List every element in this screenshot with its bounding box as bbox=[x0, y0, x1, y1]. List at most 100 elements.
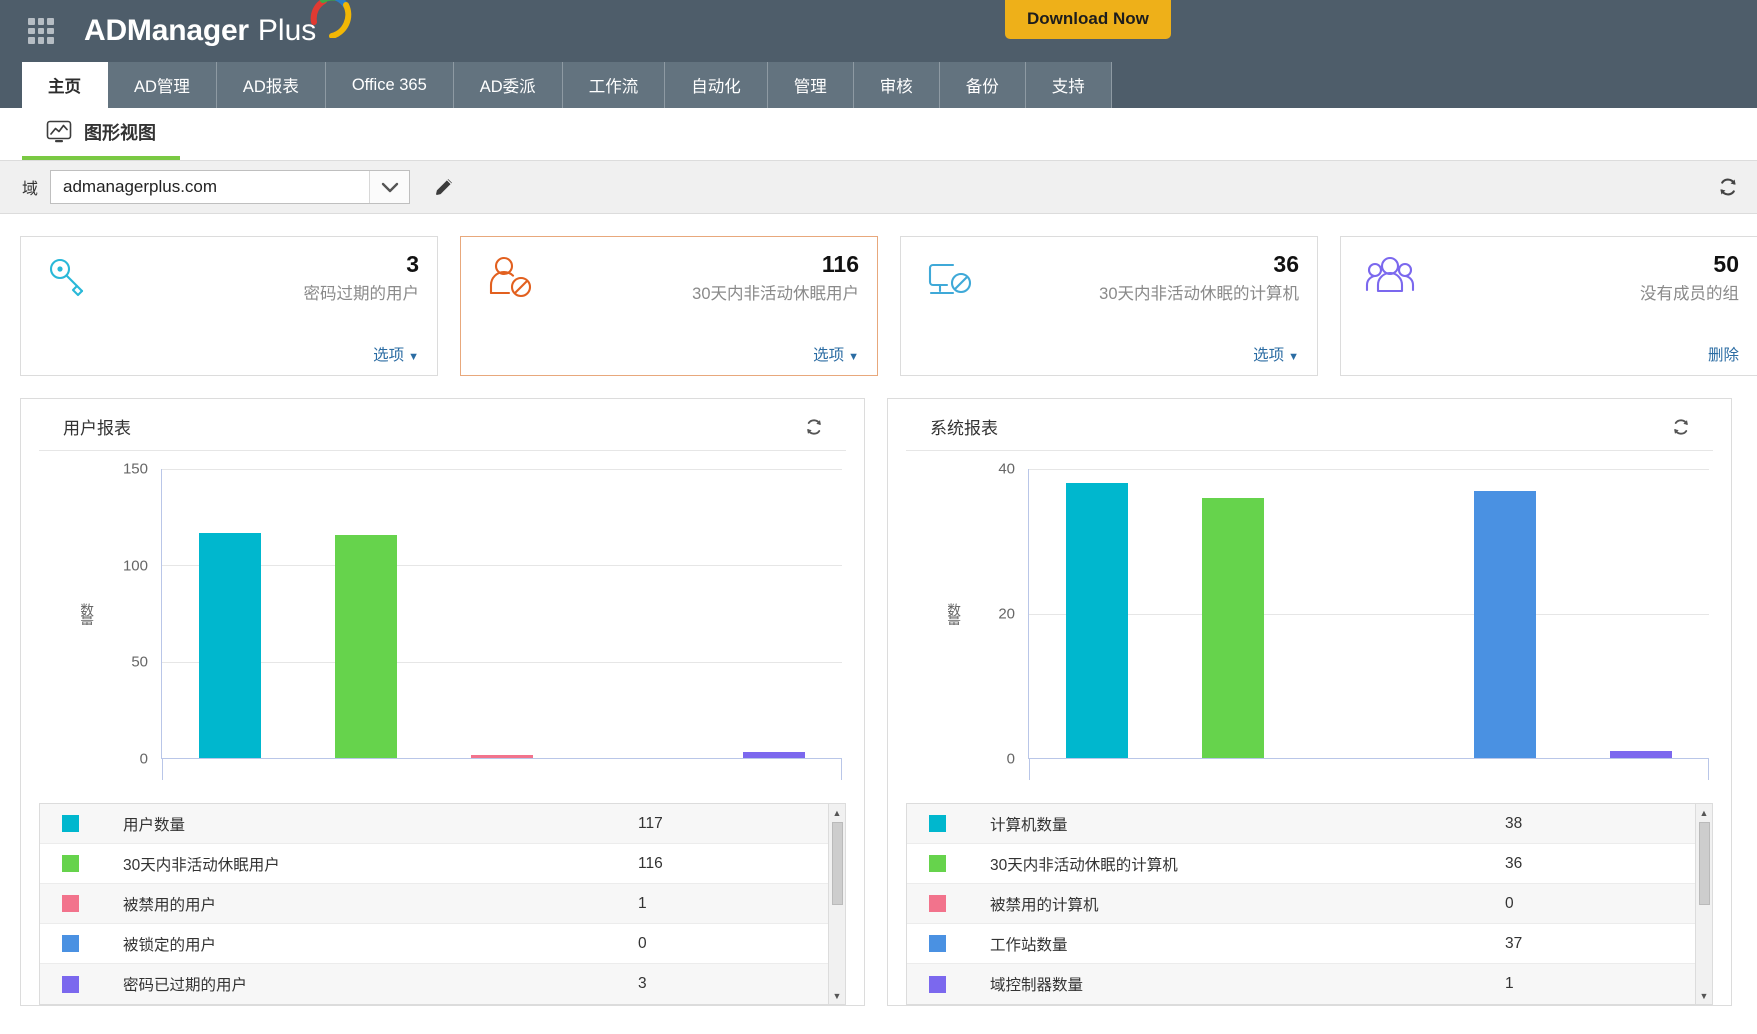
bar-1[interactable] bbox=[334, 534, 398, 758]
panel-refresh-button[interactable] bbox=[1671, 417, 1691, 437]
legend-value: 1 bbox=[1505, 975, 1514, 992]
kpi-value: 50 bbox=[1713, 251, 1739, 278]
kpi-card-1[interactable]: 116 30天内非活动休眠用户选项 ▼ bbox=[460, 236, 878, 376]
scroll-up-icon[interactable]: ▲ bbox=[829, 804, 845, 821]
legend-row[interactable]: 30天内非活动休眠的计算机 36 bbox=[907, 844, 1695, 884]
bar-slot bbox=[570, 469, 706, 758]
chevron-down-icon[interactable] bbox=[369, 171, 410, 203]
panel-title: 系统报表 bbox=[930, 419, 998, 438]
kpi-card-text: 50 没有成员的组 bbox=[1640, 252, 1739, 303]
legend-color-swatch bbox=[62, 935, 79, 952]
caret-down-icon: ▼ bbox=[408, 351, 419, 363]
plot-area bbox=[1028, 469, 1709, 780]
legend-row[interactable]: 域控制器数量 1 bbox=[907, 964, 1695, 1004]
tab-5[interactable]: 工作流 bbox=[562, 62, 666, 108]
tab-10[interactable]: 支持 bbox=[1025, 62, 1112, 108]
y-tick-label: 150 bbox=[122, 460, 148, 478]
legend-label: 被禁用的用户 bbox=[123, 896, 217, 914]
kpi-card-text: 36 30天内非活动休眠的计算机 bbox=[1099, 252, 1299, 303]
refresh-page-icon[interactable] bbox=[1717, 176, 1739, 198]
legend-table: 计算机数量 38 30天内非活动休眠的计算机 36 被禁用的计算机 0 工作站数量 37 域控制… bbox=[906, 803, 1713, 1005]
legend-label: 被锁定的用户 bbox=[123, 936, 217, 954]
download-now-button[interactable]: Download Now bbox=[1005, 0, 1171, 39]
bar-0[interactable] bbox=[198, 532, 262, 758]
legend-row[interactable]: 计算机数量 38 bbox=[907, 804, 1695, 844]
legend-row[interactable]: 用户数量 117 bbox=[40, 804, 828, 844]
panel-refresh-button[interactable] bbox=[804, 417, 824, 437]
kpi-card-top: 116 30天内非活动休眠用户 bbox=[483, 251, 859, 305]
kpi-action-link[interactable]: 选项 ▼ bbox=[483, 343, 859, 365]
y-tick-label: 40 bbox=[998, 460, 1015, 478]
bar-chart: 数量 0 50 100 150 bbox=[43, 461, 842, 780]
computer-disabled-icon bbox=[928, 263, 972, 295]
kpi-action-label: 选项 bbox=[813, 347, 845, 364]
kpi-value: 3 bbox=[406, 251, 419, 278]
legend-color-swatch bbox=[929, 975, 946, 993]
bar-chart: 数量 0 20 40 bbox=[910, 461, 1709, 780]
tab-6[interactable]: 自动化 bbox=[665, 62, 768, 108]
kpi-action-link[interactable]: 删除 bbox=[1363, 343, 1739, 365]
panel-title: 用户报表 bbox=[63, 419, 131, 438]
tab-8[interactable]: 审核 bbox=[853, 62, 940, 108]
tab-3[interactable]: Office 365 bbox=[325, 62, 454, 108]
kpi-action-link[interactable]: 选项 ▼ bbox=[43, 343, 419, 365]
tab-2[interactable]: AD报表 bbox=[216, 62, 326, 108]
scroll-down-icon[interactable]: ▼ bbox=[829, 987, 845, 1004]
bar-1[interactable] bbox=[1201, 497, 1265, 758]
bar-slot bbox=[1029, 469, 1165, 758]
legend-color-swatch bbox=[62, 855, 79, 872]
key-icon bbox=[49, 258, 84, 297]
tab-4[interactable]: AD委派 bbox=[453, 62, 563, 108]
scrollbar-thumb[interactable] bbox=[1698, 822, 1710, 905]
legend-label: 30天内非活动休眠用户 bbox=[123, 856, 280, 874]
bar-slot bbox=[298, 469, 434, 758]
kpi-value: 116 bbox=[821, 251, 859, 278]
tab-1[interactable]: AD管理 bbox=[108, 62, 217, 108]
legend-scrollbar[interactable]: ▲ ▼ bbox=[828, 804, 845, 1004]
legend-value: 36 bbox=[1505, 854, 1523, 872]
kpi-action-label: 删除 bbox=[1707, 347, 1739, 364]
legend-row[interactable]: 密码已过期的用户 3 bbox=[40, 964, 828, 1004]
bar-slot bbox=[162, 469, 298, 758]
legend-label: 域控制器数量 bbox=[990, 977, 1084, 994]
kpi-label: 30天内非活动休眠的计算机 bbox=[1099, 284, 1299, 303]
kpi-card-text: 116 30天内非活动休眠用户 bbox=[692, 252, 859, 303]
y-tick-label: 20 bbox=[998, 605, 1015, 623]
edit-pencil-icon[interactable] bbox=[432, 175, 456, 199]
domain-selector-row: 域 admanagerplus.com bbox=[0, 161, 1757, 214]
brand-logo: ADManager Plus bbox=[84, 0, 352, 48]
kpi-card-2[interactable]: 36 30天内非活动休眠的计算机选项 ▼ bbox=[900, 236, 1318, 376]
legend-value: 0 bbox=[638, 934, 647, 952]
scroll-up-icon[interactable]: ▲ bbox=[1696, 804, 1712, 821]
panel-system-report: 系统报表 数量 0 20 40 计算机数量 38 30天内非活动休眠的计算机 36 被禁用的计算机… bbox=[887, 398, 1732, 1006]
legend-color-swatch bbox=[62, 815, 79, 832]
bar-3[interactable] bbox=[1473, 490, 1537, 758]
legend-row[interactable]: 工作站数量 37 bbox=[907, 924, 1695, 964]
legend-value: 116 bbox=[638, 854, 663, 872]
kpi-card-3[interactable]: 50 没有成员的组删除 bbox=[1340, 236, 1757, 376]
scroll-down-icon[interactable]: ▼ bbox=[1696, 987, 1712, 1004]
legend-color-swatch bbox=[929, 855, 946, 872]
kpi-card-top: 36 30天内非活动休眠的计算机 bbox=[923, 251, 1299, 305]
y-tick-label: 0 bbox=[1006, 750, 1015, 768]
legend-rows: 计算机数量 38 30天内非活动休眠的计算机 36 被禁用的计算机 0 工作站数量 37 域控制… bbox=[907, 804, 1695, 1004]
y-tick-label: 0 bbox=[139, 750, 148, 768]
tab-graphical-view[interactable]: 图形视图 bbox=[22, 108, 180, 160]
legend-row[interactable]: 被锁定的用户 0 bbox=[40, 924, 828, 964]
legend-row[interactable]: 被禁用的用户 1 bbox=[40, 884, 828, 924]
tab-7[interactable]: 管理 bbox=[767, 62, 854, 108]
legend-row[interactable]: 被禁用的计算机 0 bbox=[907, 884, 1695, 924]
domain-select[interactable]: admanagerplus.com bbox=[50, 170, 411, 204]
legend-scrollbar[interactable]: ▲ ▼ bbox=[1695, 804, 1712, 1004]
tab-0[interactable]: 主页 bbox=[22, 62, 108, 108]
kpi-card-0[interactable]: 3 密码过期的用户 选项 ▼ bbox=[20, 236, 438, 376]
bar-4[interactable] bbox=[1609, 750, 1673, 758]
legend-row[interactable]: 30天内非活动休眠用户 116 bbox=[40, 844, 828, 884]
kpi-action-link[interactable]: 选项 ▼ bbox=[923, 343, 1299, 365]
legend-label: 被禁用的计算机 bbox=[990, 896, 1099, 914]
app-launcher-grid-icon[interactable] bbox=[28, 18, 54, 44]
scrollbar-thumb[interactable] bbox=[831, 822, 843, 905]
tab-9[interactable]: 备份 bbox=[939, 62, 1026, 108]
legend-color-swatch bbox=[62, 895, 79, 912]
bar-0[interactable] bbox=[1065, 483, 1129, 758]
